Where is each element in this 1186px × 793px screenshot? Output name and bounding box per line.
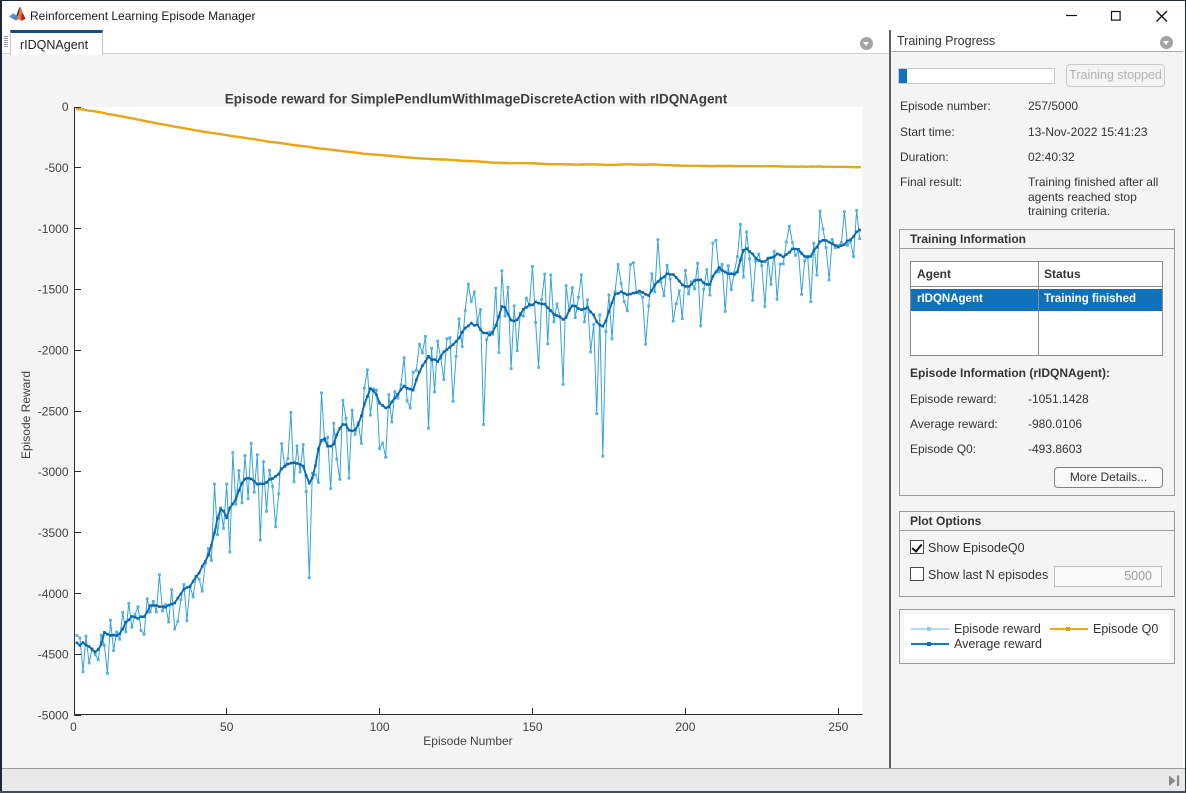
svg-text:Episode Reward: Episode Reward	[19, 371, 33, 459]
svg-text:-3500: -3500	[38, 526, 69, 540]
svg-text:-3000: -3000	[38, 465, 69, 479]
svg-text:Episode reward for SimplePendl: Episode reward for SimplePendlumWithImag…	[225, 92, 728, 107]
svg-text:-5000: -5000	[38, 709, 69, 723]
svg-text:-1500: -1500	[38, 283, 69, 297]
svg-text:50: 50	[220, 720, 234, 734]
svg-text:100: 100	[370, 720, 390, 734]
svg-text:250: 250	[828, 720, 848, 734]
svg-text:-4000: -4000	[38, 587, 69, 601]
svg-text:-2000: -2000	[38, 344, 69, 358]
svg-text:-4500: -4500	[38, 648, 69, 662]
svg-text:-2500: -2500	[38, 404, 69, 418]
svg-text:0: 0	[70, 720, 77, 734]
svg-text:200: 200	[675, 720, 695, 734]
svg-text:150: 150	[522, 720, 542, 734]
svg-text:0: 0	[62, 100, 69, 114]
svg-text:-1000: -1000	[38, 222, 69, 236]
svg-text:Episode Number: Episode Number	[423, 734, 512, 748]
svg-text:-500: -500	[44, 161, 68, 175]
